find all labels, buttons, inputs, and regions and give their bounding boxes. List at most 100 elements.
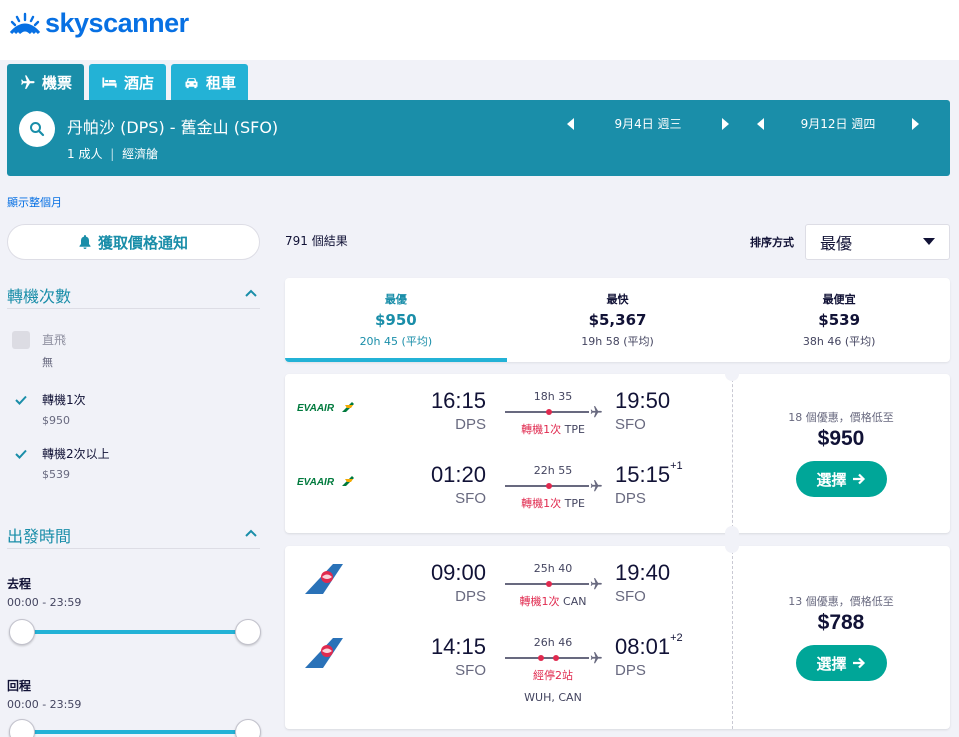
brand-name: skyscanner	[45, 8, 189, 38]
departure-time: 09:00	[430, 560, 486, 585]
stop-option-direct: 直飛 無	[12, 331, 66, 370]
top-bar: skyscanner	[0, 0, 959, 60]
departure: 09:00 DPS	[385, 560, 486, 605]
sort-tabs: 最優 $950 20h 45 (平均) 最快 $5,367 19h 58 (平均…	[285, 278, 950, 362]
price-alert-label: 獲取價格通知	[97, 233, 188, 252]
tab-flights[interactable]: 機票	[7, 64, 85, 100]
eva-air-logo-icon: EVAAIR	[297, 476, 354, 488]
stops-info: 經停2站	[503, 667, 603, 683]
flight-result-card[interactable]: 09:00 DPS 25h 40 轉機1次 CAN 19:40 SFO 14:1…	[285, 539, 950, 729]
route-line	[503, 652, 603, 664]
departure-airport: SFO	[455, 490, 486, 507]
departure-time: 16:15	[430, 388, 486, 413]
stop-airport: TPE	[564, 423, 585, 436]
checkbox-one-stop[interactable]	[12, 391, 30, 409]
sort-tab-duration: 19h 58 (平均)	[581, 335, 654, 348]
arrival-airport: SFO	[615, 416, 646, 433]
price-alert-button[interactable]: 獲取價格通知	[7, 224, 260, 260]
sort-tab-fastest[interactable]: 最快 $5,367 19h 58 (平均)	[507, 278, 729, 362]
stop-option-label: 轉機1次	[42, 393, 86, 407]
flight-duration: 25h 40	[533, 562, 573, 575]
departure: 16:15 DPS	[385, 388, 486, 433]
plane-icon	[590, 578, 602, 590]
flight-leg-outbound: 09:00 DPS 25h 40 轉機1次 CAN 19:40 SFO	[285, 546, 732, 610]
return-date[interactable]: 9月12日 週四	[768, 115, 908, 132]
flight-duration: 22h 55	[533, 464, 573, 477]
sort-tab-price: $539	[818, 311, 861, 329]
plane-icon	[590, 406, 602, 418]
stops-count: 轉機1次	[521, 423, 562, 436]
flight-duration: 18h 35	[533, 390, 573, 403]
stop-dot	[546, 483, 552, 489]
flight-duration-info: 18h 35 轉機1次 TPE	[503, 390, 603, 437]
return-prev-button[interactable]	[754, 116, 768, 132]
slider-handle-end[interactable]	[235, 719, 261, 737]
stop-option-label: 直飛	[42, 333, 67, 347]
route-line-bar	[505, 657, 589, 659]
slider-handle-start[interactable]	[9, 719, 35, 737]
stops-filter-header[interactable]: 轉機次數	[7, 283, 260, 309]
select-label: 選擇	[816, 470, 847, 489]
stop-airports: WUH, CAN	[524, 691, 582, 704]
outbound-time-slider[interactable]	[7, 619, 261, 645]
checkbox-two-plus-stops[interactable]	[12, 445, 30, 463]
stops-count: 轉機1次	[519, 595, 560, 608]
route-text[interactable]: 丹帕沙 (DPS) - 舊金山 (SFO)	[67, 114, 278, 138]
chevron-up-icon	[245, 289, 257, 297]
stop-dot	[553, 655, 559, 661]
outbound-time-range: 00:00 - 23:59	[7, 596, 82, 609]
sort-dropdown[interactable]: 最優	[805, 224, 950, 260]
car-icon	[185, 77, 198, 88]
departure-airport: DPS	[455, 416, 486, 433]
select-button[interactable]: 選擇	[795, 645, 887, 681]
return-date-nav: 9月12日 週四	[754, 115, 922, 132]
chevron-down-icon	[923, 238, 935, 245]
flight-leg-outbound: EVAAIR 16:15 DPS 18h 35 轉機1次 TPE 19:50 S…	[285, 374, 732, 438]
stop-option-price: 無	[42, 356, 53, 369]
select-button[interactable]: 選擇	[795, 461, 887, 497]
slider-handle-end[interactable]	[235, 619, 261, 645]
flight-duration-info: 22h 55 轉機1次 TPE	[503, 464, 603, 511]
departure-time: 01:20	[430, 462, 486, 487]
departure-time-filter-header[interactable]: 出發時間	[7, 523, 260, 549]
stops-info: 轉機1次 TPE	[503, 421, 603, 437]
flight-result-card[interactable]: EVAAIR 16:15 DPS 18h 35 轉機1次 TPE 19:50 S…	[285, 367, 950, 540]
return-time-slider[interactable]	[7, 719, 261, 737]
slider-handle-start[interactable]	[9, 619, 35, 645]
tab-cars[interactable]: 租車	[171, 64, 249, 100]
caret-left-icon	[757, 117, 764, 130]
departure: 14:15 SFO	[385, 634, 486, 679]
caret-right-icon	[722, 117, 729, 130]
show-whole-month-link[interactable]: 顯示整個月	[7, 194, 62, 210]
arrival: 15:15+1 DPS	[615, 460, 683, 507]
plane-icon	[590, 652, 602, 664]
departure-time: 14:15	[430, 634, 486, 659]
sort-tab-cheapest[interactable]: 最便宜 $539 38h 46 (平均)	[728, 278, 950, 362]
outbound-next-button[interactable]	[718, 116, 732, 132]
stops-filter-title: 轉機次數	[7, 287, 72, 306]
sort-tab-best[interactable]: 最優 $950 20h 45 (平均)	[285, 278, 507, 362]
sort-tab-price: $5,367	[588, 311, 647, 329]
arrival-time: 19:40	[615, 560, 670, 586]
tab-flights-label: 機票	[42, 73, 73, 92]
select-label: 選擇	[816, 654, 847, 673]
arrival-airport: DPS	[615, 662, 646, 679]
skyscanner-logo[interactable]: skyscanner	[8, 8, 189, 39]
sort-tab-title: 最優	[384, 293, 407, 306]
outbound-date[interactable]: 9月4日 週三	[578, 115, 718, 132]
stop-dot	[538, 655, 544, 661]
passenger-cabin[interactable]: 1 成人 | 經濟艙	[67, 145, 158, 162]
price-box: 13 個優惠，價格低至 $788 選擇	[732, 593, 950, 681]
checkbox-direct[interactable]	[12, 331, 30, 349]
arrival-airport: DPS	[615, 490, 646, 507]
outbound-prev-button[interactable]	[564, 116, 578, 132]
search-icon	[30, 122, 45, 137]
route-line	[503, 406, 603, 418]
search-button[interactable]	[19, 111, 55, 147]
return-next-button[interactable]	[908, 116, 922, 132]
tab-hotels[interactable]: 酒店	[89, 64, 167, 100]
sort-label: 排序方式	[750, 236, 794, 249]
plane-icon	[21, 74, 35, 89]
sort-tab-duration: 38h 46 (平均)	[802, 335, 876, 348]
arrow-right-icon	[852, 657, 865, 669]
